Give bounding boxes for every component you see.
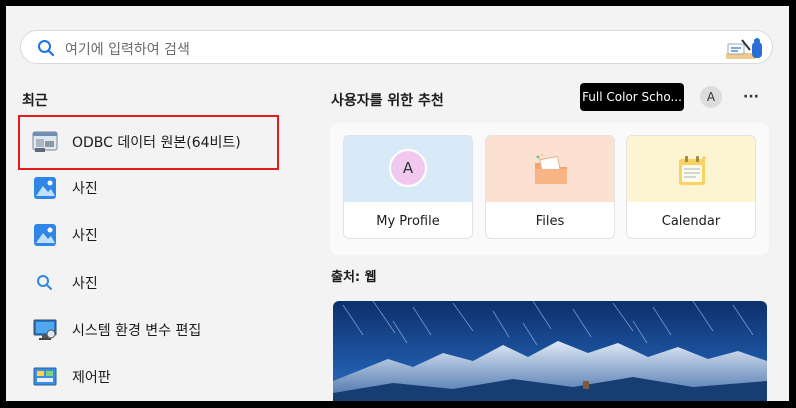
tile-label: Files [535, 214, 565, 229]
search-icon [38, 40, 55, 57]
tile-files[interactable]: Files [485, 135, 615, 239]
search-highlight-icon[interactable] [724, 34, 766, 62]
more-options-button[interactable]: ··· [740, 86, 762, 108]
tile-calendar[interactable]: Calendar [626, 135, 756, 239]
recent-item-label: 제어판 [72, 370, 111, 386]
recent-item-photos-1[interactable]: 사진 [20, 166, 286, 210]
control-panel-icon [32, 364, 58, 390]
web-result-image[interactable] [333, 301, 767, 401]
tile-label: Calendar [661, 214, 721, 229]
folder-icon [535, 154, 567, 184]
recent-item-control-panel[interactable]: 제어판 [20, 355, 286, 399]
school-account-button[interactable]: Full Color Scho... [580, 83, 684, 111]
recent-item-label: 시스템 환경 변수 편집 [72, 323, 202, 339]
system-settings-icon [32, 317, 58, 343]
recent-item-photos-2[interactable]: 사진 [20, 213, 286, 257]
search-panel: 여기에 입력하여 검색 최근 ODBC 데이터 원본(64비트) 사진 사진 사… [6, 6, 789, 401]
recommended-heading: 사용자를 위한 추천 [331, 93, 444, 109]
recent-item-label: 사진 [72, 228, 98, 244]
search-photos-icon [32, 270, 58, 296]
web-source-label: 출처: 웹 [331, 270, 377, 285]
recent-heading: 최근 [22, 93, 48, 109]
tile-my-profile[interactable]: A My Profile [343, 135, 473, 239]
recent-item-label: 사진 [72, 276, 98, 292]
recommended-tiles: A My Profile Files Calendar [330, 123, 769, 255]
recent-item-label: 사진 [72, 181, 98, 197]
selection-highlight [18, 115, 279, 170]
user-avatar[interactable]: A [700, 86, 722, 108]
photos-icon [32, 175, 58, 201]
recent-item-system-env[interactable]: 시스템 환경 변수 편집 [20, 308, 286, 352]
profile-icon: A [389, 149, 427, 187]
tile-label: My Profile [376, 214, 440, 229]
search-input[interactable]: 여기에 입력하여 검색 [65, 39, 190, 59]
photos-icon [32, 222, 58, 248]
recent-item-photos-3[interactable]: 사진 [20, 261, 286, 305]
search-box[interactable]: 여기에 입력하여 검색 [20, 30, 773, 64]
calendar-icon [679, 156, 706, 185]
